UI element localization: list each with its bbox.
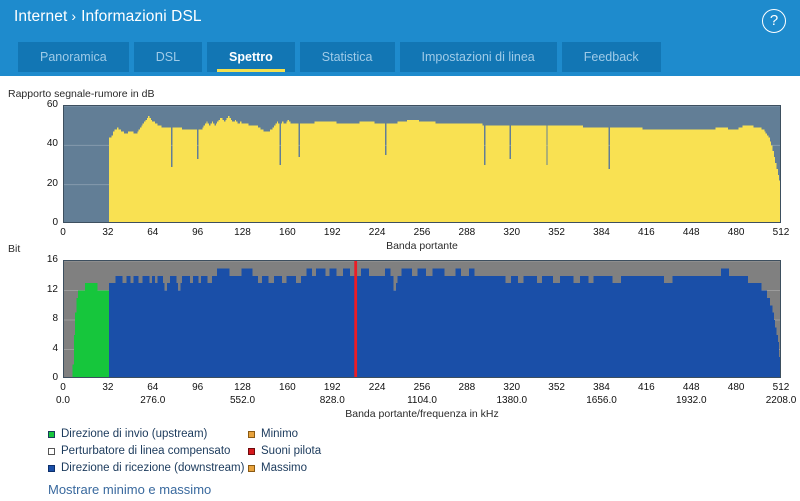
tab-dsl[interactable]: DSL (133, 42, 203, 72)
legend-swatch-icon (48, 465, 55, 472)
show-min-max-link[interactable]: Mostrare minimo e massimo (48, 482, 211, 497)
legend-item: Perturbatore di linea compensato (48, 443, 244, 460)
bits-x-tick: 128 (234, 382, 251, 393)
snr-x-tick: 320 (503, 227, 521, 238)
bits-x-tick: 96 (192, 382, 204, 393)
breadcrumb-separator-icon: › (71, 8, 77, 24)
bits-x-tick: 448 (682, 382, 700, 393)
snr-x-tick: 0 (60, 227, 66, 238)
bits-x-freq-tick: 2208.0 (765, 395, 797, 406)
bits-x-freq-tick: 1932.0 (675, 395, 707, 406)
bits-x-tick: 0 (60, 382, 66, 393)
snr-x-tick: 480 (727, 227, 745, 238)
bits-x-tick: 160 (279, 382, 296, 393)
snr-x-tick: 352 (548, 227, 565, 238)
legend-column-right: Minimo Suoni pilota Massimo (248, 426, 321, 477)
page-header: Internet › Informazioni DSL ? Panoramica DS… (0, 0, 800, 76)
legend-swatch-icon (48, 431, 55, 438)
bits-y-tick: 12 (46, 283, 58, 295)
legend-item: Minimo (248, 426, 321, 443)
snr-x-tick: 256 (413, 227, 431, 238)
bits-x-freq-tick: 828.0 (319, 395, 345, 406)
bits-x-tick: 192 (323, 382, 341, 393)
bits-x-tick: 32 (102, 382, 114, 393)
bits-x-tick: 416 (638, 382, 655, 393)
bits-y-tick: 4 (52, 342, 58, 354)
legend-label: Suoni pilota (261, 444, 322, 457)
bits-x-freq-tick: 552.0 (229, 395, 256, 406)
bits-y-tick: 8 (52, 313, 58, 324)
bits-x-tick: 320 (503, 382, 521, 393)
snr-y-tick: 60 (46, 99, 58, 110)
bits-x-tick: 480 (727, 382, 745, 393)
bits-y-tick: 0 (52, 372, 58, 383)
snr-y-tick: 0 (52, 217, 58, 228)
bits-y-tick: 16 (46, 254, 58, 265)
snr-x-tick: 96 (192, 227, 204, 238)
bits-x-axis-title: Banda portante/frequenza in kHz (345, 408, 499, 420)
bits-x-freq-tick: 1656.0 (586, 395, 617, 406)
tab-bar: Panoramica DSL Spettro Statistica Impostazio… (18, 42, 666, 72)
snr-x-tick: 192 (323, 227, 341, 238)
snr-chart: Rapporto segnale-rumore in dB 0 20 40 60 0 32 6… (0, 88, 800, 252)
bits-x-tick: 64 (147, 382, 159, 393)
legend-item: Direzione di invio (upstream) (48, 426, 244, 443)
legend-label: Perturbatore di linea compensato (61, 444, 231, 457)
snr-plot-area[interactable] (63, 105, 781, 223)
snr-x-tick: 160 (279, 227, 296, 238)
bits-x-tick: 224 (368, 382, 386, 393)
tab-statistica[interactable]: Statistica (299, 42, 395, 72)
bits-x-tick: 288 (458, 382, 476, 393)
bits-x-tick: 384 (593, 382, 610, 393)
legend-swatch-icon (248, 448, 255, 455)
bitloading-chart: Bit 0 4 8 12 16 0 32 64 96 128 160 192 224 256 288 320 35… (0, 243, 800, 420)
tab-spettro[interactable]: Spettro (207, 42, 295, 72)
breadcrumb: Internet › Informazioni DSL (14, 8, 202, 26)
bits-x-freq-tick: 1104.0 (407, 395, 437, 406)
snr-x-tick: 224 (368, 227, 386, 238)
bits-y-axis-title: Bit (8, 243, 21, 255)
legend-label: Direzione di ricezione (downstream) (61, 461, 245, 474)
snr-x-tick: 416 (638, 227, 655, 238)
tab-feedback[interactable]: Feedback (561, 42, 661, 72)
bits-x-freq-tick: 276.0 (140, 395, 166, 406)
snr-x-tick: 64 (147, 227, 159, 238)
legend-swatch-icon (48, 448, 55, 455)
snr-y-axis-title: Rapporto segnale-rumore in dB (8, 88, 155, 100)
bits-x-freq-tick: 0.0 (56, 395, 70, 406)
legend-item: Direzione di ricezione (downstream) (48, 460, 244, 477)
snr-x-tick: 288 (458, 227, 476, 238)
bits-x-freq-tick: 1380.0 (496, 395, 528, 406)
bits-x-tick: 256 (413, 382, 431, 393)
tab-panoramica[interactable]: Panoramica (18, 42, 129, 72)
legend-swatch-icon (248, 465, 255, 472)
bits-x-tick: 352 (548, 382, 565, 393)
snr-x-tick: 512 (772, 227, 790, 238)
bits-x-tick: 512 (772, 382, 790, 393)
legend-label: Direzione di invio (upstream) (61, 427, 208, 440)
dsl-spectrum-page: Internet › Informazioni DSL ? Panoramica DS… (0, 0, 800, 501)
snr-x-tick: 384 (593, 227, 610, 238)
help-icon[interactable]: ? (762, 9, 786, 33)
legend-swatch-icon (248, 431, 255, 438)
breadcrumb-current: Informazioni DSL (81, 8, 202, 25)
legend-column-left: Direzione di invio (upstream) Perturbator… (48, 426, 244, 477)
bits-plot-area[interactable] (63, 260, 781, 378)
snr-x-tick: 448 (682, 227, 700, 238)
tab-impostazioni-di-linea[interactable]: Impostazioni di linea (399, 42, 557, 72)
breadcrumb-root[interactable]: Internet (14, 8, 67, 25)
snr-y-tick: 40 (46, 138, 58, 150)
legend-label: Minimo (261, 427, 299, 440)
snr-y-tick: 20 (46, 177, 58, 189)
snr-x-tick: 128 (234, 227, 251, 238)
legend-label: Massimo (261, 461, 308, 474)
legend-item: Suoni pilota (248, 443, 321, 460)
legend-item: Massimo (248, 460, 321, 477)
snr-x-tick: 32 (102, 227, 114, 238)
